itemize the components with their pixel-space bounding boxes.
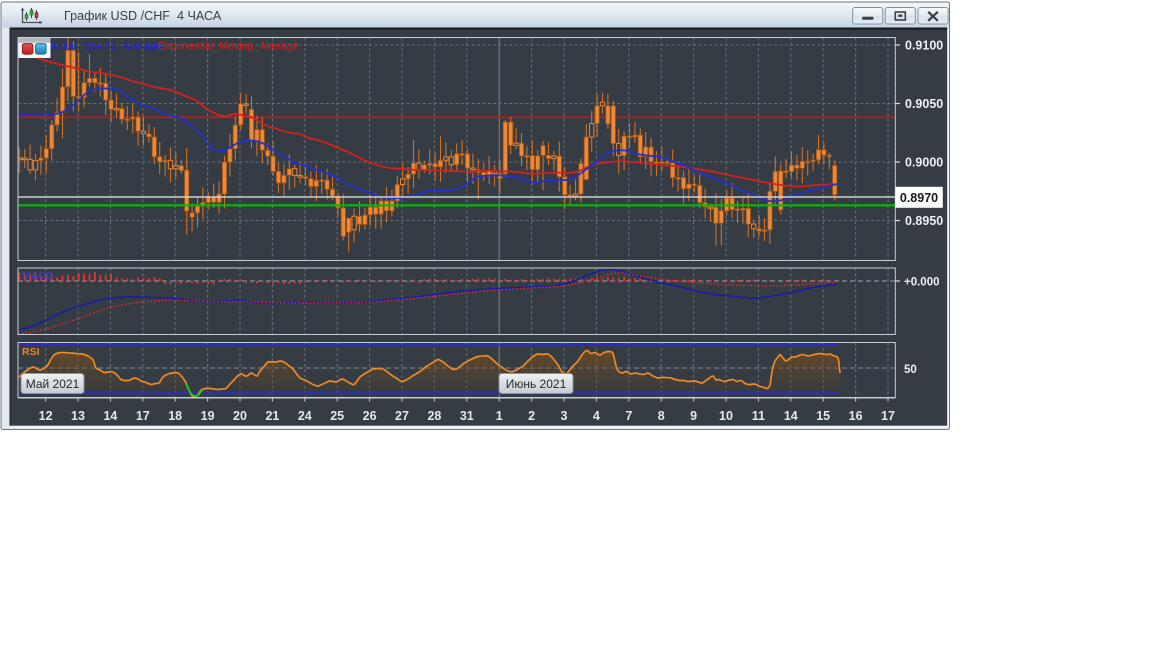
svg-text:26: 26: [363, 409, 377, 423]
svg-text:Май 2021: Май 2021: [26, 377, 80, 391]
svg-text:12: 12: [39, 409, 53, 423]
svg-text:15: 15: [816, 409, 830, 423]
svg-text:16: 16: [849, 409, 863, 423]
svg-text:11: 11: [752, 409, 765, 423]
svg-text:19: 19: [201, 409, 215, 423]
svg-text:График USD /CHF 4 ЧАСА: График USD /CHF 4 ЧАСА: [64, 9, 222, 23]
svg-text:20: 20: [233, 409, 247, 423]
svg-text:13: 13: [71, 409, 85, 423]
svg-text:17: 17: [881, 409, 895, 423]
svg-text:7: 7: [625, 409, 632, 423]
svg-text:2: 2: [528, 409, 535, 423]
svg-text:9: 9: [690, 409, 697, 423]
svg-text:0.8950: 0.8950: [905, 214, 943, 228]
svg-text:8: 8: [658, 409, 665, 423]
svg-text:4: 4: [593, 409, 600, 423]
svg-text:+0.000: +0.000: [904, 277, 940, 289]
svg-text:0.9100: 0.9100: [905, 38, 943, 52]
svg-text:31: 31: [460, 409, 474, 423]
svg-text:24: 24: [298, 409, 312, 423]
svg-text:14: 14: [784, 409, 798, 423]
svg-text:3: 3: [561, 409, 568, 423]
svg-text:Июнь 2021: Июнь 2021: [506, 377, 567, 391]
svg-text:27: 27: [395, 409, 409, 423]
svg-text:10: 10: [719, 409, 733, 423]
svg-text:50: 50: [904, 364, 917, 376]
svg-text:Exponential_Moving_Average: Exponential_Moving_Average: [158, 41, 299, 53]
svg-text:28: 28: [427, 409, 441, 423]
svg-text:14: 14: [103, 409, 117, 423]
svg-text:18: 18: [168, 409, 182, 423]
svg-text:RSI: RSI: [22, 346, 40, 358]
svg-text:0.9050: 0.9050: [905, 97, 943, 111]
svg-text:0.8970: 0.8970: [900, 191, 938, 205]
svg-text:0.9000: 0.9000: [905, 155, 943, 169]
svg-text:21: 21: [265, 409, 279, 423]
svg-text:1: 1: [496, 409, 503, 423]
svg-text:MACD: MACD: [22, 270, 54, 282]
svg-text:17: 17: [136, 409, 150, 423]
svg-text:25: 25: [330, 409, 344, 423]
